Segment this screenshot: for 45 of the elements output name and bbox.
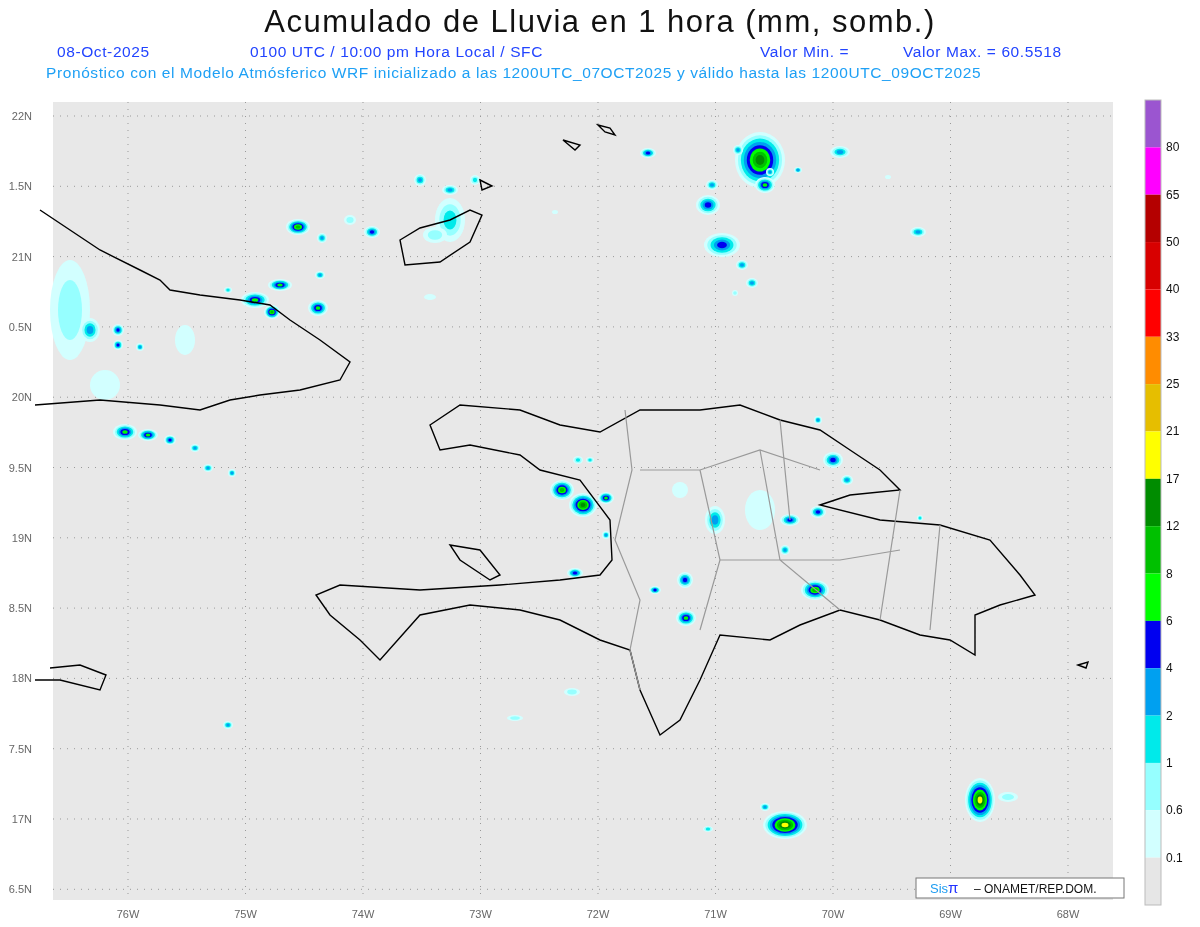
chart-title: Acumulado de Lluvia en 1 hora (mm, somb.): [264, 4, 936, 39]
latitude-label: 20N: [11, 391, 32, 404]
legend-label: 12: [1166, 519, 1180, 534]
longitude-label: 70W: [821, 908, 845, 920]
max-value-label: Valor Max. = 60.5518: [903, 42, 1063, 62]
time-label: 0100 UTC / 10:00 pm Hora Local / SFC: [250, 42, 544, 62]
legend-label: 8: [1166, 566, 1173, 581]
legend-label: 40: [1166, 282, 1180, 297]
credit-text: – ONAMET/REP.DOM.: [974, 882, 1097, 896]
latitude-label: 1.5N: [8, 180, 32, 193]
longitude-label: 76W: [116, 908, 140, 920]
legend-label: 65: [1166, 187, 1180, 202]
longitude-label: 74W: [351, 908, 375, 920]
latitude-label: 6.5N: [8, 883, 32, 896]
longitude-label: 72W: [586, 908, 610, 920]
legend-label: 21: [1166, 424, 1180, 439]
legend-label: 33: [1166, 329, 1180, 344]
latitude-label: 18N: [11, 672, 32, 685]
latitude-label: 21N: [11, 250, 32, 263]
credit-logo: Sisπ: [930, 879, 959, 896]
legend-label: 50: [1166, 235, 1180, 250]
legend-label: 0.6: [1166, 803, 1183, 818]
min-value-label: Valor Min. =: [760, 42, 851, 62]
legend-label: 80: [1166, 140, 1180, 155]
longitude-label: 75W: [234, 908, 257, 920]
legend-label: 4: [1166, 661, 1173, 676]
longitude-label: 71W: [704, 908, 727, 920]
legend-label: 0.1: [1166, 850, 1183, 865]
legend-label: 17: [1166, 471, 1180, 486]
legend-label: 6: [1166, 613, 1173, 628]
latitude-label: 9.5N: [8, 461, 32, 474]
longitude-label: 69W: [939, 908, 962, 920]
latitude-label: 8.5N: [8, 602, 32, 615]
latitude-label: 0.5N: [8, 320, 32, 333]
longitude-label: 73W: [469, 908, 492, 920]
longitude-label: 68W: [1056, 908, 1080, 920]
date-label: 08-Oct-2025: [57, 42, 151, 62]
legend-label: 2: [1166, 708, 1173, 723]
legend-label: 1: [1166, 755, 1173, 770]
legend-label: 25: [1166, 377, 1180, 392]
latitude-label: 19N: [11, 531, 32, 544]
latitude-label: 22N: [11, 110, 32, 122]
forecast-description: Pronóstico con el Modelo Atmósferico WRF inicializado a las 1200UTC_07OCT2025 y válido hasta las 1200UTC_09OCT2025: [46, 64, 982, 81]
latitude-label: 7.5N: [8, 742, 32, 755]
latitude-label: 17N: [11, 813, 32, 825]
